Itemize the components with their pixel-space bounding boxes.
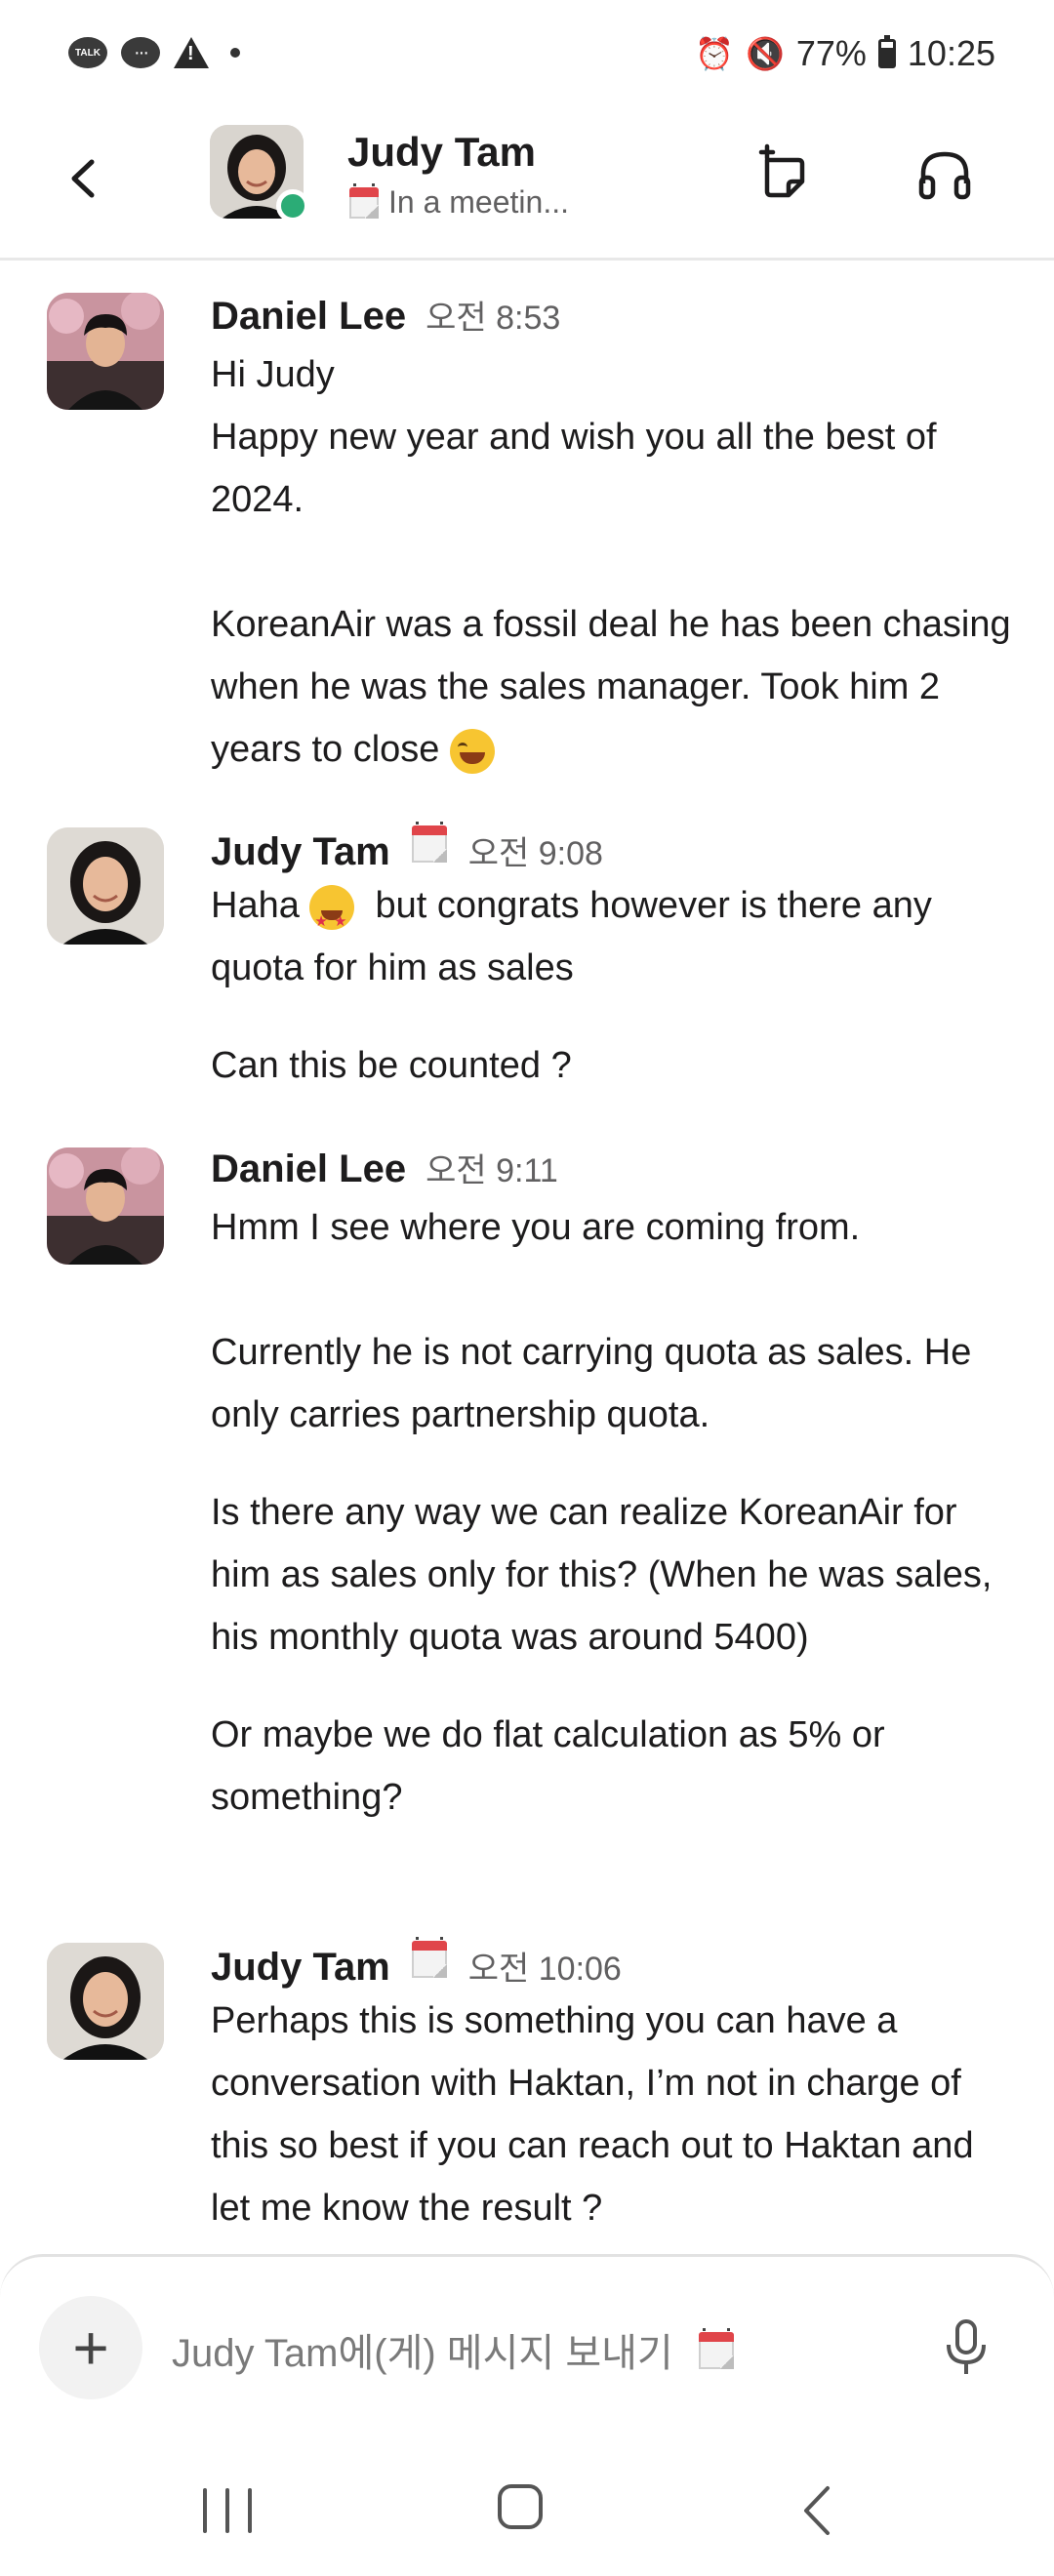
message-paragraph: Haha but congrats however is there any q… [211, 874, 1011, 999]
sender-name[interactable]: Judy Tam [211, 830, 390, 874]
message-header: Daniel Lee 오전 8:53 [211, 291, 560, 339]
sender-name[interactable]: Judy Tam [211, 1946, 390, 1990]
message-composer: + Judy Tam에(게) 메시지 보내기 [0, 2254, 1054, 2452]
avatar-image [47, 1147, 164, 1265]
clock: 10:25 [907, 33, 995, 73]
conversation-header: Judy Tam In a meetin... [0, 115, 1054, 261]
dot-icon [230, 48, 240, 58]
calendar-icon [410, 822, 449, 865]
message-paragraph: Can this be counted ? [211, 1045, 572, 1086]
message-input[interactable]: Judy Tam에(게) 메시지 보내기 [172, 2321, 736, 2378]
avatar[interactable] [47, 1147, 164, 1265]
avatar[interactable] [47, 1943, 164, 2060]
message-paragraph: Is there any way we can realize KoreanAi… [211, 1492, 1003, 1658]
message-input-placeholder: Judy Tam에(게) 메시지 보내기 [172, 2332, 673, 2375]
message-text: Haha but congrats however is there any q… [211, 874, 1011, 1097]
user-status[interactable]: In a meetin... [347, 183, 569, 221]
plus-icon: + [72, 2313, 109, 2383]
mute-icon: 🔇 [746, 36, 785, 71]
message-time[interactable]: 오전 9:11 [426, 1144, 558, 1191]
sender-name[interactable]: Daniel Lee [211, 1147, 406, 1191]
system-navigation-bar [0, 2449, 1054, 2576]
recent-apps-button[interactable] [203, 2488, 252, 2533]
message-paragraph: Perhaps this is something you can have a… [211, 2000, 985, 2229]
sender-name[interactable]: Daniel Lee [211, 295, 406, 339]
calendar-icon [410, 1937, 449, 1980]
add-attachment-button[interactable]: + [39, 2296, 142, 2399]
conversation-title[interactable]: Judy Tam [347, 129, 536, 176]
status-bar-system: ⏰ 🔇 77% 10:25 [695, 33, 995, 74]
warning-icon: ! [174, 37, 209, 68]
headphones-icon [918, 151, 971, 200]
message-text: Hmm I see where you are coming from. Cur… [211, 1196, 1011, 1829]
rolling-laughing-emoji-icon [450, 728, 496, 774]
avatar-image [47, 293, 164, 410]
alarm-icon: ⏰ [695, 36, 734, 71]
battery-icon [877, 35, 896, 68]
canvas-button[interactable] [753, 141, 814, 209]
calendar-icon [347, 183, 381, 221]
message-icon: ··· [121, 37, 160, 68]
user-status-text: In a meetin... [388, 183, 569, 220]
back-button[interactable] [55, 144, 113, 213]
message-time[interactable]: 오전 9:08 [468, 826, 603, 874]
avatar[interactable] [47, 293, 164, 410]
message-text: Perhaps this is something you can have a… [211, 1990, 1011, 2239]
status-bar: TALK ··· ! ⏰ 🔇 77% 10:25 [0, 0, 1054, 115]
chevron-left-icon [71, 159, 95, 198]
message-paragraph: KoreanAir was a fossil deal he has been … [211, 593, 1011, 781]
star-struck-emoji-icon [309, 884, 355, 953]
microphone-icon [947, 2319, 986, 2374]
canvas-icon [758, 143, 805, 198]
message-time[interactable]: 오전 10:06 [468, 1942, 622, 1990]
message-header: Judy Tam 오전 9:08 [211, 822, 603, 874]
message-time[interactable]: 오전 8:53 [426, 291, 560, 339]
avatar[interactable] [47, 827, 164, 945]
calendar-icon [697, 2328, 736, 2371]
message-text: Hi Judy Happy new year and wish you all … [211, 343, 1011, 781]
message-header: Judy Tam 오전 10:06 [211, 1937, 622, 1990]
kakaotalk-icon: TALK [68, 37, 107, 68]
voice-message-button[interactable] [943, 2315, 990, 2380]
chevron-left-icon [804, 2486, 830, 2535]
message-header: Daniel Lee 오전 9:11 [211, 1144, 558, 1191]
presence-indicator [276, 189, 309, 222]
home-button[interactable] [498, 2484, 543, 2529]
message-paragraph: Hi Judy Happy new year and wish you all … [211, 354, 937, 520]
avatar-image [47, 1943, 164, 2060]
message-paragraph: Currently he is not carrying quota as sa… [211, 1332, 982, 1435]
battery-level: 77% [795, 33, 867, 73]
huddle-button[interactable] [912, 141, 978, 209]
message-paragraph: Or maybe we do flat calculation as 5% or… [211, 1714, 896, 1818]
system-back-button[interactable] [798, 2482, 837, 2539]
status-bar-notifications: TALK ··· ! [68, 37, 240, 68]
message-paragraph: Hmm I see where you are coming from. [211, 1207, 861, 1248]
avatar-image [47, 827, 164, 945]
